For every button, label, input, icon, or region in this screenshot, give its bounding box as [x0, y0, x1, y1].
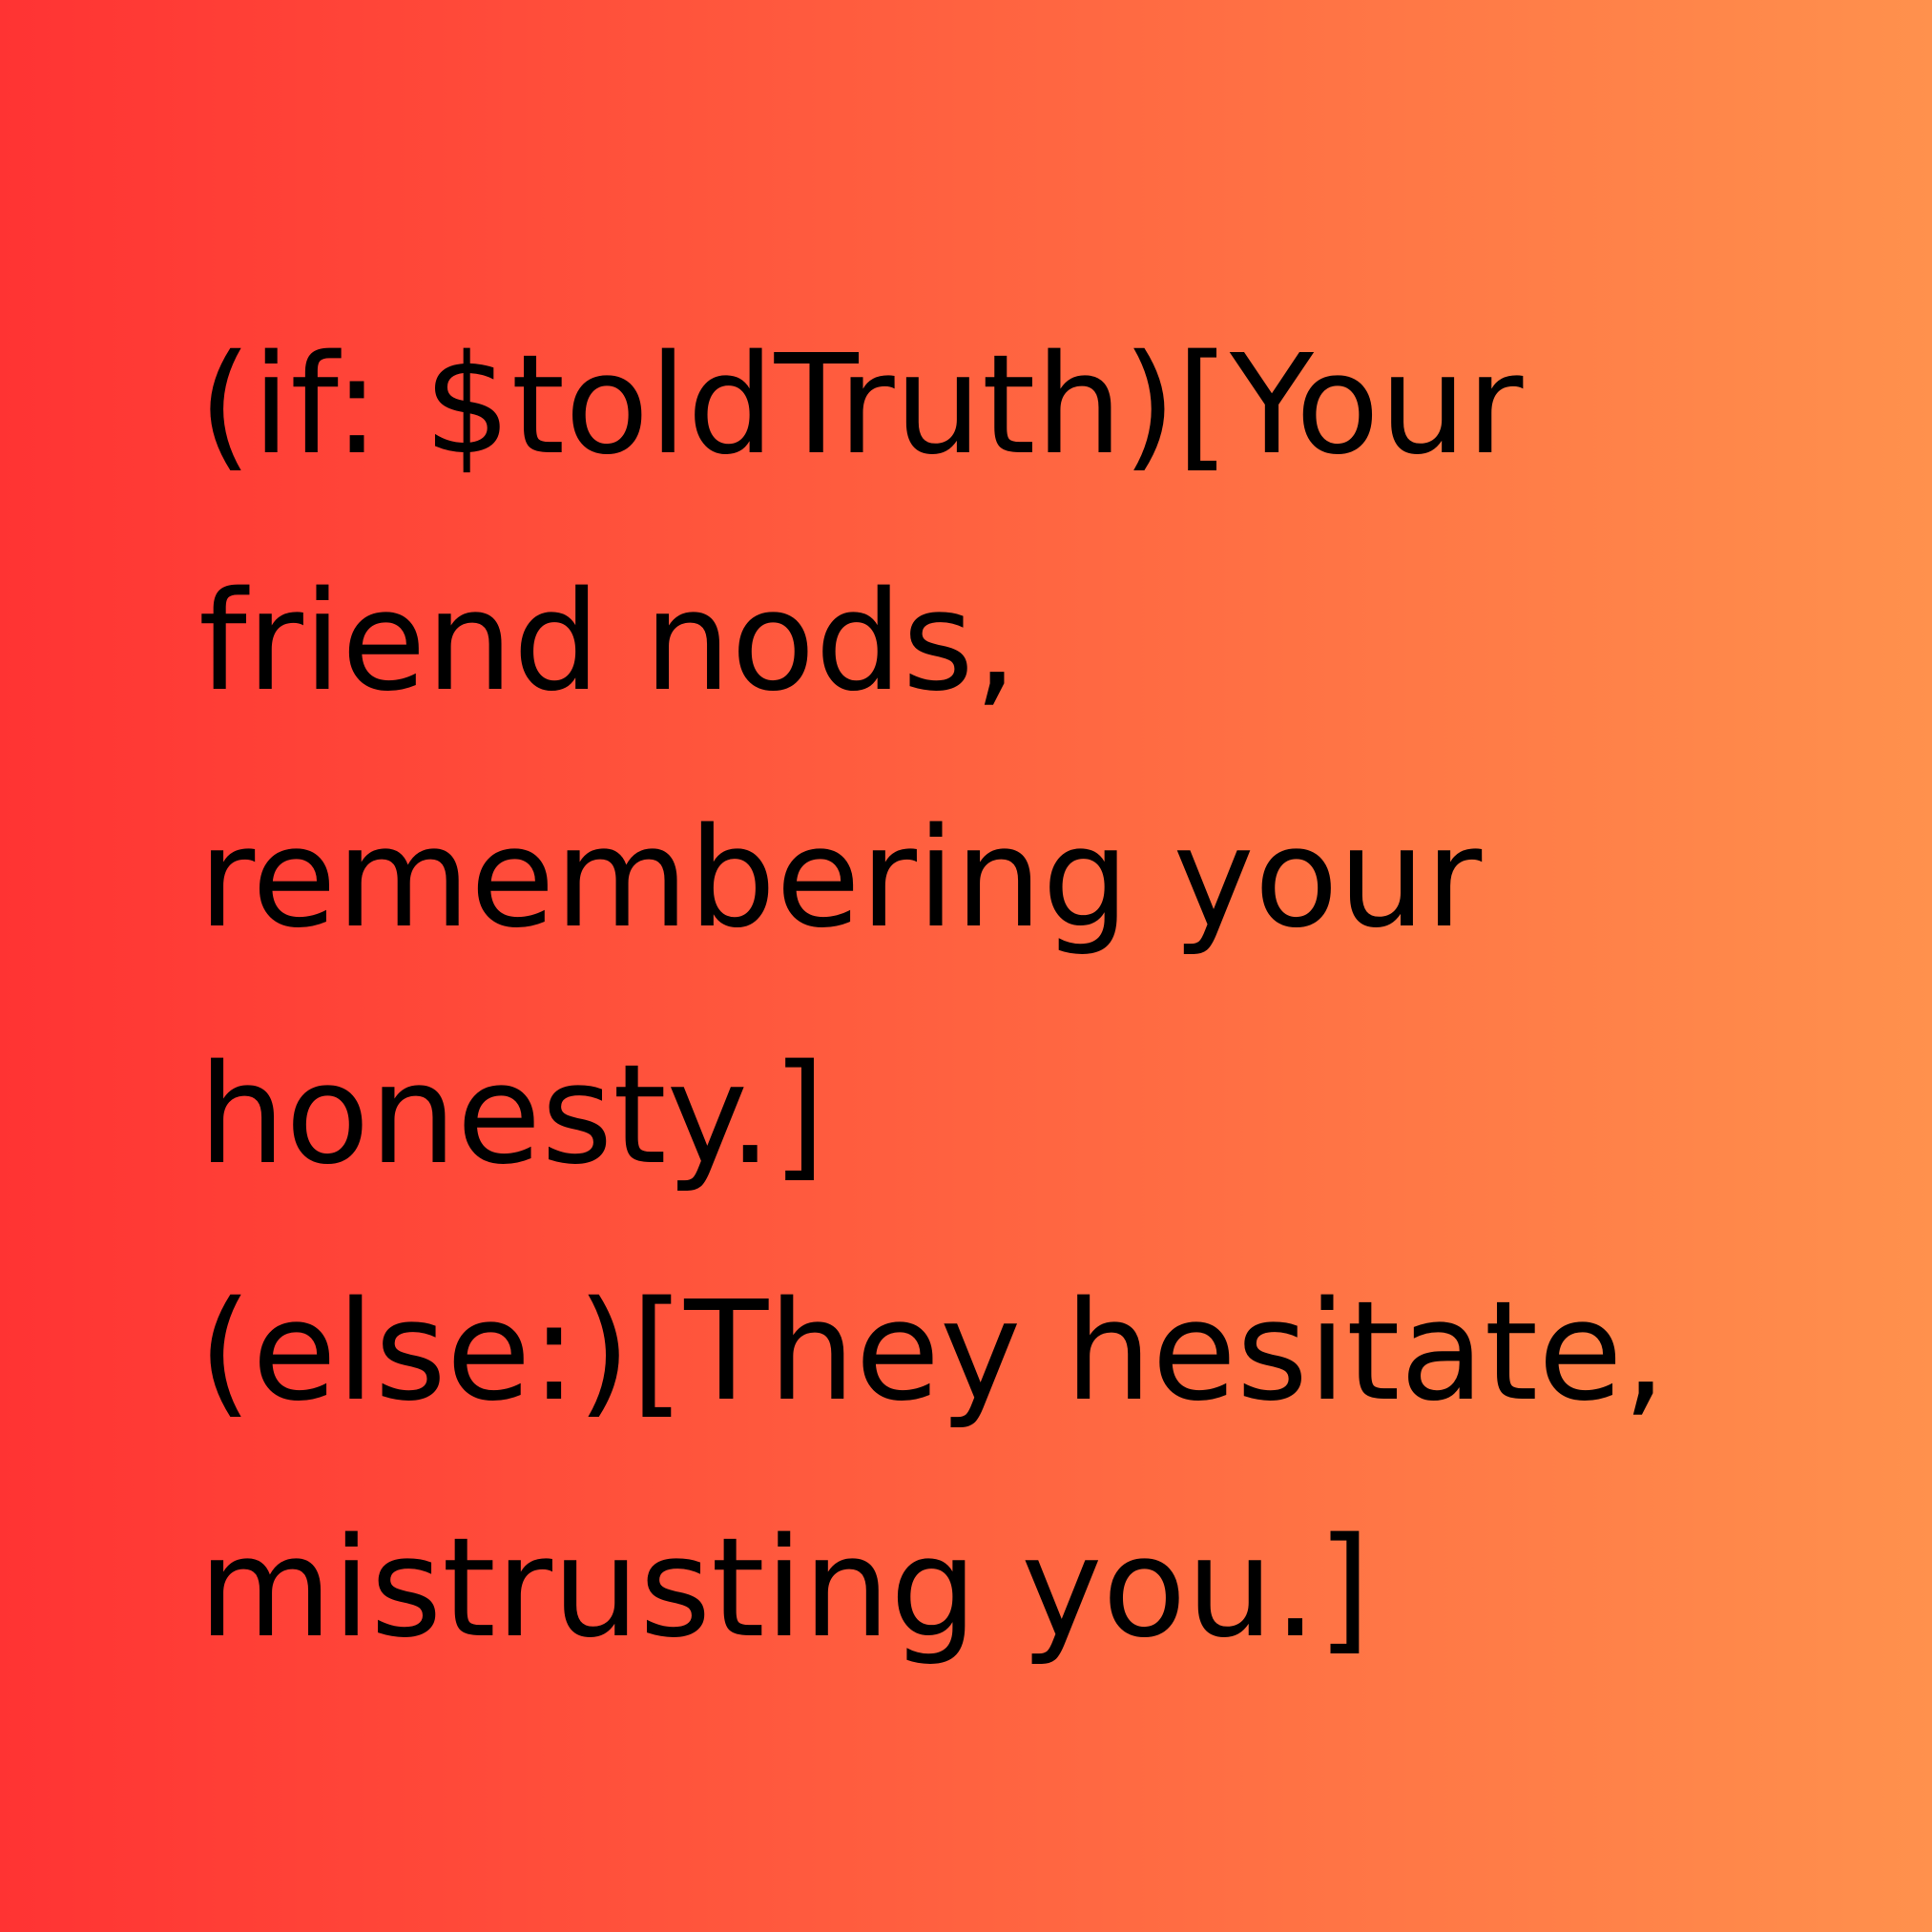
- code-line-mistrusting: mistrusting you.]: [198, 1507, 1371, 1668]
- code-line-if: (if: $toldTruth)[Your: [198, 324, 1524, 485]
- code-line-remembering: remembering your: [198, 798, 1483, 958]
- code-line-friend-nods: friend nods,: [198, 561, 1018, 721]
- code-line-honesty: honesty.]: [198, 1034, 826, 1195]
- code-line-else: (else:)[They hesitate,: [198, 1271, 1667, 1431]
- story-code-text: (if: $toldTruth)[Your friend nods, remem…: [198, 286, 1801, 1706]
